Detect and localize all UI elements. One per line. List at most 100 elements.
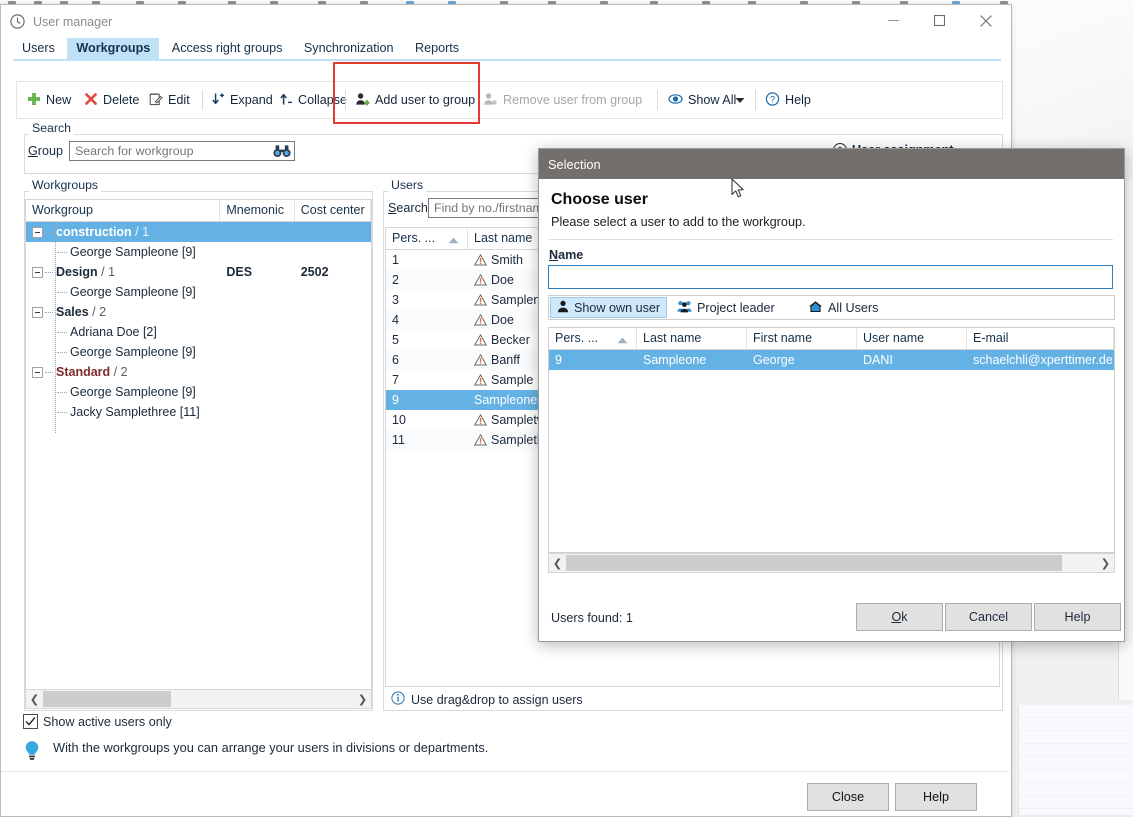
filter-project-leader[interactable]: Project leader xyxy=(671,297,781,318)
show-all-button[interactable]: Show All xyxy=(668,89,736,111)
sort-ascending-icon xyxy=(617,333,628,347)
dialog-column-header-email[interactable]: E-mail xyxy=(967,328,1114,349)
tab-access-right-groups[interactable]: Access right groups xyxy=(163,38,292,59)
collapse-expand-icon[interactable] xyxy=(32,307,43,318)
user-group-icon xyxy=(677,300,692,316)
workgroup-name: Design xyxy=(56,265,98,279)
collapse-expand-icon[interactable] xyxy=(32,227,43,238)
dialog-scroll-track[interactable] xyxy=(566,555,1097,571)
dialog-column-header-pers-no[interactable]: Pers. ... xyxy=(549,328,637,349)
dialog-column-header-last-name[interactable]: Last name xyxy=(637,328,747,349)
warning-icon xyxy=(474,334,487,346)
toolbar-separator-2 xyxy=(345,90,346,110)
table-row[interactable]: George Sampleone [9] xyxy=(26,282,371,302)
collapse-label: Collapse xyxy=(298,93,347,107)
scroll-thumb[interactable] xyxy=(43,691,171,707)
scroll-right-arrow[interactable]: ❯ xyxy=(354,693,371,706)
dialog-column-header-pers-no-label: Pers. ... xyxy=(555,331,598,345)
tab-underline xyxy=(13,59,1001,61)
scroll-track[interactable] xyxy=(43,691,354,707)
dialog-name-input[interactable] xyxy=(548,265,1113,289)
dialog-column-header-first-name[interactable]: First name xyxy=(747,328,857,349)
column-header-pers-no[interactable]: Pers. ... xyxy=(386,228,468,249)
close-button[interactable] xyxy=(965,5,1011,35)
column-header-mnemonic[interactable]: Mnemonic xyxy=(220,200,294,221)
filter-show-own-user[interactable]: Show own user xyxy=(550,297,667,318)
dialog-header-row: Pers. ... Last name First name User name… xyxy=(549,328,1114,350)
dialog-subtitle: Please select a user to add to the workg… xyxy=(551,215,806,229)
mnemonic-cell: DES xyxy=(220,265,294,279)
arrow-up-minus-icon xyxy=(279,92,293,109)
filter-all-users[interactable]: All Users xyxy=(802,297,884,318)
table-row[interactable]: 9SampleoneGeorgeDANIschaelchli@xperttime… xyxy=(549,350,1114,370)
close-window-button[interactable]: Close xyxy=(807,783,889,811)
tab-synchronization[interactable]: Synchronization xyxy=(295,38,403,59)
pers-no-cell: 9 xyxy=(549,353,637,367)
help-window-button[interactable]: Help xyxy=(895,783,977,811)
dialog-scroll-left-arrow[interactable]: ❮ xyxy=(549,557,566,570)
warning-icon xyxy=(474,274,487,286)
collapse-button[interactable]: Collapse xyxy=(279,89,347,111)
search-groupbox-legend: Search xyxy=(29,121,74,135)
show-active-users-only-label: Show active users only xyxy=(43,715,172,729)
toolbar-separator xyxy=(202,90,203,110)
dialog-status-text: Users found: 1 xyxy=(551,611,633,625)
filter-all-users-label: All Users xyxy=(828,301,878,315)
tree-connector xyxy=(45,232,53,233)
pers-no-cell: 7 xyxy=(386,373,468,387)
table-row[interactable]: Adriana Doe [2] xyxy=(26,322,371,342)
dialog-ok-button[interactable]: Ok xyxy=(856,603,943,631)
column-header-workgroup[interactable]: Workgroup xyxy=(26,200,220,221)
workgroup-name: Sales xyxy=(56,305,89,319)
delete-button[interactable]: Delete xyxy=(84,89,139,111)
edit-button[interactable]: Edit xyxy=(149,89,190,111)
table-row[interactable]: George Sampleone [9] xyxy=(26,342,371,362)
table-row[interactable]: construction / 1 xyxy=(26,222,371,242)
tab-workgroups[interactable]: Workgroups xyxy=(67,38,159,59)
maximize-button[interactable] xyxy=(919,5,965,35)
user-add-icon xyxy=(355,92,370,109)
dialog-horizontal-scrollbar[interactable]: ❮ ❯ xyxy=(548,553,1115,573)
pers-no-cell: 2 xyxy=(386,273,468,287)
tab-reports[interactable]: Reports xyxy=(406,38,468,59)
table-row[interactable]: Sales / 2 xyxy=(26,302,371,322)
collapse-expand-icon[interactable] xyxy=(32,367,43,378)
workgroups-tree-table[interactable]: Workgroup Mnemonic Cost center construct… xyxy=(25,199,372,691)
remove-user-from-group-button[interactable]: Remove user from group xyxy=(483,89,642,111)
search-input[interactable] xyxy=(69,141,295,161)
dialog-scroll-thumb[interactable] xyxy=(566,555,1062,571)
dialog-scroll-right-arrow[interactable]: ❯ xyxy=(1097,557,1114,570)
help-toolbar-button[interactable]: ? Help xyxy=(765,89,811,111)
table-row[interactable]: Jacky Samplethree [11] xyxy=(26,402,371,422)
collapse-expand-icon[interactable] xyxy=(32,267,43,278)
cross-icon xyxy=(84,92,98,109)
workgroup-name: Standard xyxy=(56,365,110,379)
minimize-button[interactable] xyxy=(873,5,919,35)
dialog-column-header-user-name[interactable]: User name xyxy=(857,328,967,349)
add-user-to-group-button[interactable]: Add user to group xyxy=(355,89,475,111)
column-header-cost-center[interactable]: Cost center xyxy=(295,200,371,221)
warning-icon xyxy=(474,434,487,446)
expand-button[interactable]: Expand xyxy=(211,89,273,111)
info-icon xyxy=(391,691,405,708)
table-row[interactable]: Standard / 2 xyxy=(26,362,371,382)
table-row[interactable]: George Sampleone [9] xyxy=(26,382,371,402)
tab-users[interactable]: Users xyxy=(13,38,64,59)
show-all-dropdown-arrow[interactable] xyxy=(735,89,745,111)
binoculars-icon[interactable] xyxy=(273,144,291,161)
show-active-users-only-checkbox[interactable]: Show active users only xyxy=(23,714,172,729)
warning-icon xyxy=(474,414,487,426)
dialog-help-button[interactable]: Help xyxy=(1034,603,1121,631)
scroll-left-arrow[interactable]: ❮ xyxy=(26,693,43,706)
dialog-heading: Choose user xyxy=(551,191,648,209)
new-button[interactable]: New xyxy=(27,89,71,111)
workgroup-member-count: / 1 xyxy=(132,225,149,239)
dialog-cancel-button[interactable]: Cancel xyxy=(945,603,1032,631)
pers-no-cell: 5 xyxy=(386,333,468,347)
table-row[interactable]: George Sampleone [9] xyxy=(26,242,371,262)
table-row[interactable]: Design / 1DES2502 xyxy=(26,262,371,282)
dialog-results-table[interactable]: Pers. ... Last name First name User name… xyxy=(548,327,1115,553)
filter-show-own-user-label: Show own user xyxy=(574,301,660,315)
workgroups-horizontal-scrollbar[interactable]: ❮ ❯ xyxy=(25,689,372,709)
add-user-to-group-label: Add user to group xyxy=(375,93,475,107)
